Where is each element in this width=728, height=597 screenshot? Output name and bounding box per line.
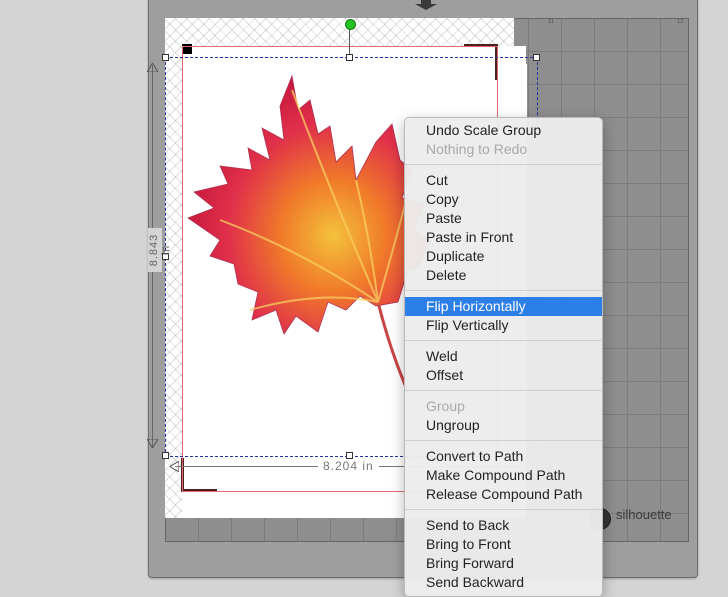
menu-item-bring-to-front[interactable]: Bring to Front (405, 535, 602, 554)
menu-item-offset[interactable]: Offset (405, 366, 602, 385)
menu-separator (405, 440, 602, 441)
menu-separator (405, 290, 602, 291)
menu-item-nothing-to-redo: Nothing to Redo (426, 141, 528, 157)
menu-item-weld[interactable]: Weld (405, 347, 602, 366)
menu-item-send-to-back[interactable]: Send to Back (405, 516, 602, 535)
rotation-handle-stem (349, 28, 350, 56)
menu-item-copy[interactable]: Copy (405, 190, 602, 209)
menu-item-ungroup[interactable]: Ungroup (405, 416, 602, 435)
dimension-arrow-down-icon (147, 439, 158, 448)
menu-item-paste-in-front[interactable]: Paste in Front (405, 228, 602, 247)
menu-item-flip-vertically[interactable]: Flip Vertically (405, 316, 602, 335)
menu-item-send-backward[interactable]: Send Backward (405, 573, 602, 592)
resize-handle-bottom-left[interactable] (162, 452, 169, 459)
rotation-handle[interactable] (345, 19, 356, 30)
mat-ruler: 11 12 (514, 18, 687, 28)
menu-item-release-compound-path[interactable]: Release Compound Path (405, 485, 602, 504)
menu-item-flip-horizontally[interactable]: Flip Horizontally (405, 297, 602, 316)
menu-item-group: Group (426, 398, 465, 414)
resize-handle-top-right[interactable] (533, 54, 540, 61)
menu-separator (405, 164, 602, 165)
mat-brand-label: silhouette (616, 507, 672, 522)
menu-item-cut[interactable]: Cut (405, 171, 602, 190)
resize-handle-top-left[interactable] (162, 54, 169, 61)
mat-feed-arrow-icon (415, 0, 437, 10)
menu-item-make-compound-path[interactable]: Make Compound Path (405, 466, 602, 485)
dimension-arrow-left-icon (170, 461, 179, 472)
width-dimension-label: 8.204 in (318, 459, 379, 473)
height-dimension-label: 8.843 in (148, 228, 172, 272)
menu-separator (405, 340, 602, 341)
menu-item-paste[interactable]: Paste (405, 209, 602, 228)
menu-item-convert-to-path[interactable]: Convert to Path (405, 447, 602, 466)
menu-item-bring-forward[interactable]: Bring Forward (405, 554, 602, 573)
menu-item-delete[interactable]: Delete (405, 266, 602, 285)
ruler-number: 11 (548, 19, 555, 25)
context-menu: Undo Scale Group Nothing to Redo Cut Copy Pa… (404, 117, 603, 597)
dimension-arrow-up-icon (147, 63, 158, 72)
menu-separator (405, 390, 602, 391)
menu-item-undo-scale-group[interactable]: Undo Scale Group (405, 121, 602, 140)
menu-item-duplicate[interactable]: Duplicate (405, 247, 602, 266)
ruler-number: 12 (677, 19, 684, 25)
resize-handle-bottom-center[interactable] (346, 452, 353, 459)
menu-separator (405, 509, 602, 510)
resize-handle-top-center[interactable] (346, 54, 353, 61)
